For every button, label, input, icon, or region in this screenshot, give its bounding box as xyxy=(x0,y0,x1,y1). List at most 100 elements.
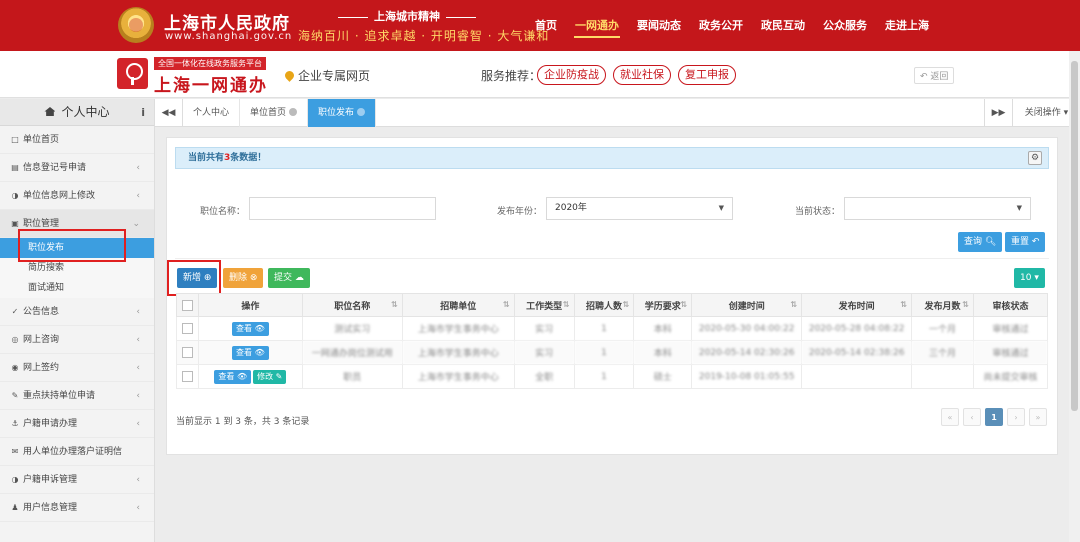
sidebar-item-label: 网上签约 xyxy=(23,363,60,373)
gov-nav-one-netcom[interactable]: 一网通办 xyxy=(566,0,628,51)
edit-button[interactable]: 修改 ✎ xyxy=(253,369,287,384)
sidebar-item-household-appeal[interactable]: ◑ 户籍申诉管理 ‹ xyxy=(0,466,154,494)
cell-count: 1 xyxy=(573,364,635,389)
cell-education: 本科 xyxy=(633,340,693,365)
page-button-current[interactable]: 1 xyxy=(985,408,1003,426)
tab-next-button[interactable]: ▶▶ xyxy=(984,99,1012,127)
gov-nav-home[interactable]: 首页 xyxy=(526,0,566,51)
col-type[interactable]: 工作类型 ⇅ xyxy=(513,293,575,317)
pagination: « ‹ 1 › » xyxy=(941,408,1047,426)
gov-nav-affairs[interactable]: 政务公开 xyxy=(690,0,752,51)
delete-button[interactable]: 删除 ⊗ xyxy=(223,268,264,288)
tab-personal-center[interactable]: 个人中心 xyxy=(183,99,241,127)
sidebar-item-unit-home[interactable]: □ 单位首页 xyxy=(0,126,154,154)
col-label: 招聘单位 xyxy=(440,301,477,312)
status-select[interactable]: ▼ xyxy=(844,197,1031,220)
pill-epidemic[interactable]: 企业防疫战 xyxy=(537,65,606,85)
col-unit[interactable]: 招聘单位 ⇅ xyxy=(401,293,515,317)
back-label: 返回 xyxy=(930,72,949,82)
platform-name[interactable]: 上海一网通办 xyxy=(154,71,268,96)
col-count[interactable]: 招聘人数 ⇅ xyxy=(573,293,635,317)
sidebar-item-announcements[interactable]: ✓ 公告信息 ‹ xyxy=(0,298,154,326)
job-publish-panel: 当前共有3条数据！ ⚙ 职位名称： 发布年份： 2020年 ▼ 当前状态： ▼ 查… xyxy=(166,137,1058,455)
row-checkbox[interactable] xyxy=(181,347,193,358)
view-label: 查看 xyxy=(218,371,235,381)
cell-education: 本科 xyxy=(633,316,693,341)
sidebar-item-key-support[interactable]: ✎ 重点扶持单位申请 ‹ xyxy=(0,382,154,410)
col-created[interactable]: 创建时间 ⇅ xyxy=(691,293,803,317)
sort-icon: ⇅ xyxy=(391,300,398,309)
sidebar-item-user-info[interactable]: ♟ 用户信息管理 ‹ xyxy=(0,494,154,522)
col-education[interactable]: 学历要求 ⇅ xyxy=(633,293,693,317)
platform-tag: 全国一体化在线政务服务平台 xyxy=(154,57,266,70)
first-page-button[interactable]: « xyxy=(941,408,959,426)
year-select[interactable]: 2020年 ▼ xyxy=(546,197,733,220)
tab-prev-button[interactable]: ◀◀ xyxy=(155,99,183,127)
pill-resume-work[interactable]: 复工申报 xyxy=(678,65,736,85)
gov-nav-news[interactable]: 要闻动态 xyxy=(628,0,690,51)
search-button[interactable]: 查询 🔍︎ xyxy=(958,232,1003,252)
row-actions: 查看 👁︎ 修改 ✎ xyxy=(197,364,303,389)
cell-count: 1 xyxy=(573,316,635,341)
next-page-button[interactable]: › xyxy=(1007,408,1025,426)
view-button[interactable]: 查看 👁︎ xyxy=(214,369,252,384)
scrollbar-thumb[interactable] xyxy=(1071,61,1078,411)
col-published[interactable]: 发布时间 ⇅ xyxy=(801,293,913,317)
prev-page-button[interactable]: ‹ xyxy=(963,408,981,426)
col-months[interactable]: 发布月数 ⇅ xyxy=(911,293,974,317)
sidebar-item-label: 重点扶持单位申请 xyxy=(23,391,96,401)
select-all-checkbox[interactable] xyxy=(181,299,193,311)
cell-months: 一个月 xyxy=(911,316,974,341)
tab-label: 个人中心 xyxy=(193,108,230,118)
view-button[interactable]: 查看 👁︎ xyxy=(232,345,269,360)
gov-nav-public-service[interactable]: 公众服务 xyxy=(814,0,876,51)
tab-unit-home[interactable]: 单位首页 xyxy=(240,99,309,127)
sidebar-item-household-apply[interactable]: ⚓ 户籍申请办理 ‹ xyxy=(0,410,154,438)
chevron-left-icon: ‹ xyxy=(136,419,140,429)
row-checkbox[interactable] xyxy=(181,323,193,334)
page-size-dropdown[interactable]: 10 ▾ xyxy=(1014,268,1045,288)
undo-icon: ↶ xyxy=(1031,237,1040,247)
cell-published xyxy=(801,364,913,389)
sidebar-item-online-consult[interactable]: ◎ 网上咨询 ‹ xyxy=(0,326,154,354)
eye-icon: ◉ xyxy=(11,363,19,372)
gov-nav: 首页 一网通办 要闻动态 政务公开 政民互动 公众服务 走进上海 xyxy=(526,0,938,51)
page-scrollbar[interactable] xyxy=(1069,51,1080,542)
last-page-button[interactable]: » xyxy=(1029,408,1047,426)
sidebar-item-online-contract[interactable]: ◉ 网上签约 ‹ xyxy=(0,354,154,382)
gov-nav-interaction[interactable]: 政民互动 xyxy=(752,0,814,51)
col-job-name[interactable]: 职位名称 ⇅ xyxy=(301,293,403,317)
tab-job-publish[interactable]: 职位发布 xyxy=(308,99,377,127)
sort-icon: ⇅ xyxy=(962,300,969,309)
sidebar-item-registration[interactable]: ▤ 信息登记号申请 ‹ xyxy=(0,154,154,182)
sidebar-subitem-interview-notice[interactable]: 面试通知 xyxy=(0,278,154,298)
sort-icon: ⇅ xyxy=(790,300,798,309)
col-label: 招聘人数 xyxy=(585,301,622,312)
cell-type: 实习 xyxy=(513,340,575,365)
col-label: 发布月数 xyxy=(924,301,961,312)
row-checkbox[interactable] xyxy=(181,371,193,382)
sidebar-item-settlement-letter[interactable]: ✉ 用人单位办理落户证明信 xyxy=(0,438,154,466)
cell-type: 全职 xyxy=(513,364,575,389)
close-icon[interactable] xyxy=(289,108,298,116)
back-button[interactable]: ↶ 返回 xyxy=(914,67,955,84)
sidebar-item-unit-info[interactable]: ◑ 单位信息网上修改 ‹ xyxy=(0,182,154,210)
reset-button[interactable]: 重置 ↶ xyxy=(1005,232,1046,252)
chevron-left-icon: ‹ xyxy=(136,335,140,345)
gov-nav-about[interactable]: 走进上海 xyxy=(876,0,938,51)
submit-button[interactable]: 提交 ☁ xyxy=(268,268,310,288)
file-icon: □ xyxy=(11,135,19,144)
sidebar-item-label: 单位首页 xyxy=(23,135,60,145)
sort-icon: ⇅ xyxy=(622,300,630,309)
platform-logo-icon xyxy=(117,58,148,89)
view-button[interactable]: 查看 👁︎ xyxy=(232,321,269,336)
row-actions: 查看 👁︎ xyxy=(197,316,303,341)
close-icon[interactable] xyxy=(357,108,366,116)
chevron-down-icon: ⌄ xyxy=(132,219,140,229)
info-icon[interactable]: i xyxy=(141,99,145,126)
pill-social-security[interactable]: 就业社保 xyxy=(613,65,671,85)
gear-icon[interactable]: ⚙ xyxy=(1028,151,1042,165)
sidebar: 个人中心 i □ 单位首页 ▤ 信息登记号申请 ‹ ◑ 单位信息网上修改 ‹ ▣ 职位管理 ⌄… xyxy=(0,99,155,542)
job-name-input[interactable] xyxy=(249,197,436,220)
col-label: 创建时间 xyxy=(728,301,765,312)
